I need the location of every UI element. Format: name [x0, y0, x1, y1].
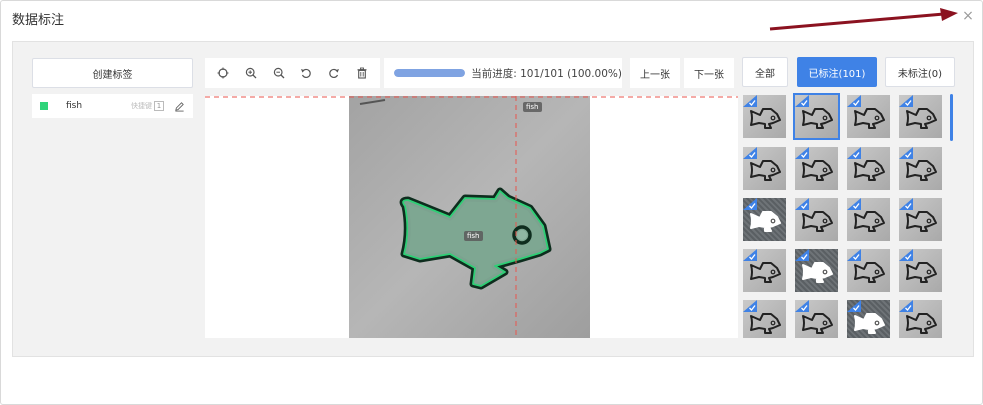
thumbnail-scrollbar[interactable]	[950, 94, 953, 141]
edit-icon[interactable]	[174, 101, 185, 112]
thumbnail-item[interactable]	[795, 198, 838, 241]
progress-bar	[394, 69, 466, 77]
zoom-out-icon[interactable]	[271, 65, 287, 81]
red-arrow-annotation	[769, 8, 958, 31]
thumbnail-item[interactable]	[847, 249, 890, 292]
create-label-button[interactable]: 创建标签	[32, 58, 193, 88]
delete-icon[interactable]	[354, 65, 370, 81]
hotkey-label: 快捷键	[131, 102, 152, 110]
filter-unlabeled-button[interactable]: 未标注(0)	[885, 57, 955, 87]
thumbnail-item[interactable]	[847, 198, 890, 241]
thumbnail-item[interactable]	[899, 198, 942, 241]
canvas-drawing	[205, 96, 738, 338]
filter-labeled-button[interactable]: 已标注(101)	[797, 57, 877, 87]
thumbnail-item[interactable]	[743, 249, 786, 292]
thumbnail-item[interactable]	[899, 95, 942, 138]
zoom-in-icon[interactable]	[243, 65, 259, 81]
shape-label-tag: fish	[464, 231, 483, 241]
thumbnail-item[interactable]	[847, 95, 890, 138]
crosshair-label-tag: fish	[523, 102, 542, 112]
label-name: fish	[66, 101, 83, 111]
canvas-toolbar	[205, 58, 380, 88]
thumbnail-item[interactable]	[795, 147, 838, 190]
thumbnail-item[interactable]	[795, 300, 838, 338]
thumbnail-item[interactable]	[899, 249, 942, 292]
thumbnail-item[interactable]	[847, 147, 890, 190]
thumbnail-item[interactable]	[847, 300, 890, 338]
thumbnail-item[interactable]	[899, 147, 942, 190]
thumbnail-item[interactable]	[743, 198, 786, 241]
thumbnail-item[interactable]	[899, 300, 942, 338]
undo-icon[interactable]	[298, 65, 314, 81]
close-button[interactable]: ×	[960, 8, 976, 24]
thumbnail-item[interactable]	[793, 93, 840, 140]
label-color-swatch	[40, 102, 48, 110]
dialog-title: 数据标注	[12, 13, 65, 28]
progress-text: 当前进度: 101/101 (100.00%)	[471, 67, 622, 80]
prev-image-button[interactable]: 上一张	[630, 58, 680, 88]
label-item-fish[interactable]: fish 快捷键 1	[32, 94, 193, 118]
thumbnail-item[interactable]	[743, 300, 786, 338]
annotation-workspace: 创建标签 fish 快捷键 1 当前进度: 101/101 (100.00%) …	[12, 41, 974, 357]
redo-icon[interactable]	[326, 65, 342, 81]
progress-bar-fill	[394, 69, 466, 77]
thumbnail-item[interactable]	[743, 147, 786, 190]
thumbnail-item[interactable]	[743, 95, 786, 138]
progress-indicator: 当前进度: 101/101 (100.00%)	[384, 58, 622, 88]
next-image-button[interactable]: 下一张	[684, 58, 734, 88]
thumbnail-grid	[740, 92, 955, 338]
thumbnail-item[interactable]	[795, 249, 838, 292]
crosshair-icon[interactable]	[215, 65, 231, 81]
filter-all-button[interactable]: 全部	[742, 57, 788, 87]
annotation-dialog: 数据标注 × 创建标签 fish 快捷键 1 当前进度: 101/101 (10…	[0, 0, 983, 405]
hotkey-value: 1	[154, 101, 164, 111]
annotation-canvas[interactable]: fish fish	[205, 96, 738, 338]
